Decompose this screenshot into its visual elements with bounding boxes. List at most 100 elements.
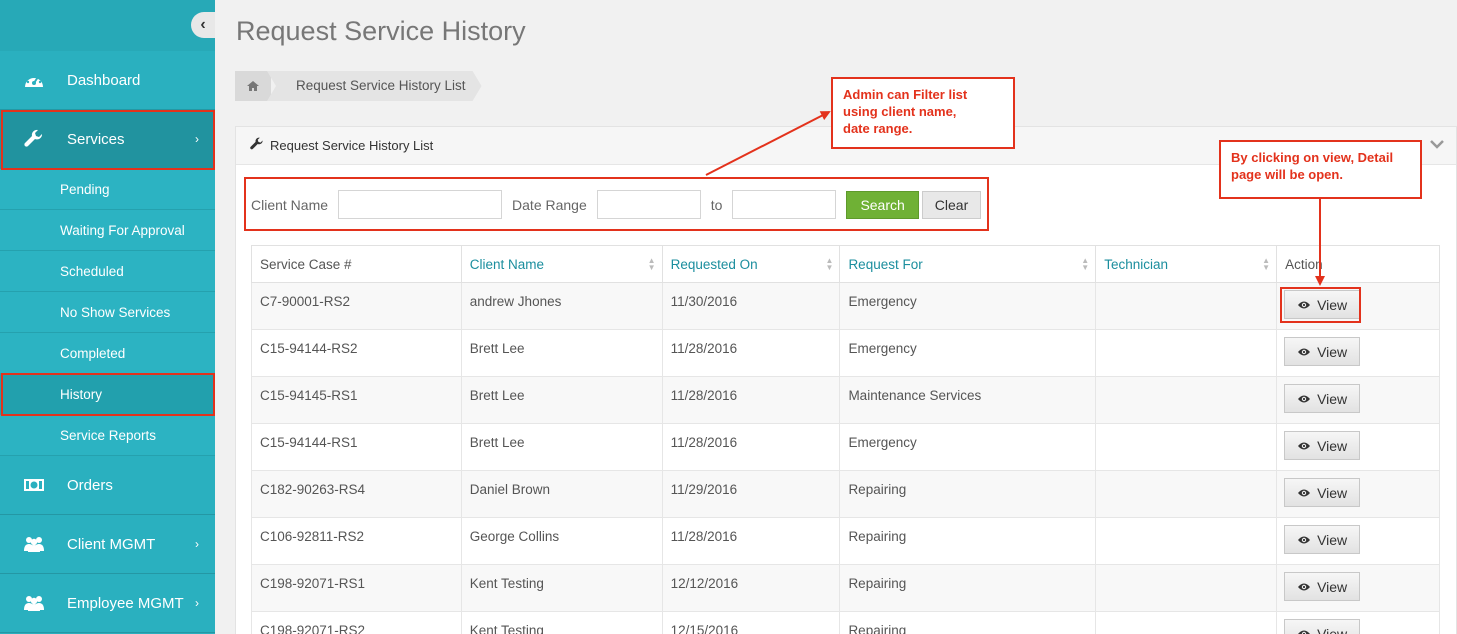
- highlight-services: [1, 110, 215, 170]
- col-service-case[interactable]: Service Case #: [251, 245, 462, 283]
- sidebar: ‹ Dashboard Services › Pending Waiting F…: [0, 0, 215, 634]
- eye-icon: [1297, 391, 1311, 407]
- view-button-label: View: [1317, 578, 1348, 595]
- sidebar-subitem-service-reports[interactable]: Service Reports: [0, 415, 215, 456]
- cell-action: View: [1276, 470, 1440, 518]
- sidebar-subitem-no-show-services[interactable]: No Show Services: [0, 292, 215, 333]
- col-request-for[interactable]: Request For ▲ ▼: [839, 245, 1097, 283]
- view-button[interactable]: View: [1284, 572, 1361, 601]
- dashboard-icon: [0, 71, 67, 89]
- eye-icon: [1297, 532, 1311, 548]
- cell-requested-on: 11/30/2016: [661, 282, 841, 330]
- cell-service-case: C198-92071-RS1: [251, 564, 462, 612]
- cell-client-name: Brett Lee: [460, 376, 663, 424]
- cell-technician: [1095, 376, 1278, 424]
- cell-action: View: [1276, 329, 1440, 377]
- cell-requested-on: 12/12/2016: [661, 564, 841, 612]
- table-row: C15-94144-RS2 Brett Lee 11/28/2016 Emergenc…: [251, 329, 1440, 377]
- home-icon[interactable]: [235, 71, 271, 101]
- cell-technician: [1095, 611, 1278, 634]
- filter-annotation-note: Admin can Filter list using client name,…: [831, 77, 1015, 149]
- panel-title: Request Service History List: [270, 138, 434, 153]
- chevron-down-icon[interactable]: [1430, 137, 1444, 152]
- cell-action: View: [1276, 423, 1440, 471]
- users-icon: [0, 594, 67, 612]
- sidebar-top: ‹: [0, 0, 215, 51]
- cell-client-name: Brett Lee: [460, 329, 663, 377]
- cell-request-for: Emergency: [839, 423, 1097, 471]
- sidebar-subitem-waiting-for-approval[interactable]: Waiting For Approval: [0, 210, 215, 251]
- sidebar-item-label: Employee MGMT: [67, 594, 184, 612]
- cell-action: View: [1276, 517, 1440, 565]
- money-icon: [0, 478, 67, 492]
- sidebar-collapse-button[interactable]: ‹: [191, 12, 215, 38]
- view-button-label: View: [1317, 390, 1348, 407]
- cell-request-for: Repairing: [839, 517, 1097, 565]
- sort-icon: ▲ ▼: [825, 256, 834, 272]
- cell-request-for: Maintenance Services: [839, 376, 1097, 424]
- sort-icon: ▲ ▼: [647, 256, 656, 272]
- breadcrumb: Request Service History List: [235, 71, 482, 101]
- cell-request-for: Repairing: [839, 470, 1097, 518]
- view-button-label: View: [1317, 625, 1348, 634]
- cell-client-name: Kent Testing: [460, 611, 663, 634]
- table-row: C15-94145-RS1 Brett Lee 11/28/2016 Maintena…: [251, 376, 1440, 424]
- view-button[interactable]: View: [1284, 337, 1361, 366]
- highlight-history: [1, 373, 215, 416]
- cell-request-for: Emergency: [839, 282, 1097, 330]
- cell-client-name: Kent Testing: [460, 564, 663, 612]
- cell-technician: [1095, 517, 1278, 565]
- cell-requested-on: 12/15/2016: [661, 611, 841, 634]
- cell-client-name: andrew Jhones: [460, 282, 663, 330]
- col-technician[interactable]: Technician ▲ ▼: [1095, 245, 1278, 283]
- sidebar-subitem-completed[interactable]: Completed: [0, 333, 215, 374]
- table-row: C198-92071-RS1 Kent Testing 12/12/2016 Repa…: [251, 564, 1440, 612]
- sidebar-item-client-mgmt[interactable]: Client MGMT ›: [0, 515, 215, 574]
- view-button[interactable]: View: [1284, 619, 1361, 634]
- sidebar-item-dashboard[interactable]: Dashboard: [0, 51, 215, 110]
- chevron-right-icon: ›: [195, 596, 199, 610]
- cell-requested-on: 11/28/2016: [661, 376, 841, 424]
- table-row: C7-90001-RS2 andrew Jhones 11/30/2016 Emerg…: [251, 282, 1440, 330]
- cell-requested-on: 11/28/2016: [661, 329, 841, 377]
- cell-service-case: C15-94145-RS1: [251, 376, 462, 424]
- highlight-filter: [244, 177, 989, 231]
- sort-icon: ▲ ▼: [1081, 256, 1090, 272]
- view-button[interactable]: View: [1284, 431, 1361, 460]
- table-row: C182-90263-RS4 Daniel Brown 11/29/2016 Repa…: [251, 470, 1440, 518]
- cell-request-for: Emergency: [839, 329, 1097, 377]
- chevron-right-icon: ›: [195, 537, 199, 551]
- sidebar-item-label: Orders: [67, 476, 113, 494]
- view-annotation-note: By clicking on view, Detail page will be…: [1219, 140, 1422, 199]
- view-button[interactable]: View: [1284, 384, 1361, 413]
- cell-requested-on: 11/29/2016: [661, 470, 841, 518]
- view-button-label: View: [1317, 484, 1348, 501]
- col-action: Action: [1276, 245, 1440, 283]
- breadcrumb-item[interactable]: Request Service History List: [267, 71, 482, 101]
- eye-icon: [1297, 438, 1311, 454]
- cell-service-case: C15-94144-RS1: [251, 423, 462, 471]
- cell-action: View: [1276, 611, 1440, 634]
- table-body: C7-90001-RS2 andrew Jhones 11/30/2016 Emerg…: [251, 282, 1440, 634]
- cell-service-case: C7-90001-RS2: [251, 282, 462, 330]
- view-button-label: View: [1317, 343, 1348, 360]
- view-button[interactable]: View: [1284, 478, 1361, 507]
- cell-request-for: Repairing: [839, 564, 1097, 612]
- cell-technician: [1095, 470, 1278, 518]
- col-requested-on[interactable]: Requested On ▲ ▼: [661, 245, 841, 283]
- view-button[interactable]: View: [1284, 525, 1361, 554]
- cell-technician: [1095, 423, 1278, 471]
- cell-client-name: Daniel Brown: [460, 470, 663, 518]
- cell-service-case: C106-92811-RS2: [251, 517, 462, 565]
- cell-service-case: C15-94144-RS2: [251, 329, 462, 377]
- sidebar-item-employee-mgmt[interactable]: Employee MGMT ›: [0, 574, 215, 633]
- sidebar-item-orders[interactable]: Orders: [0, 456, 215, 515]
- cell-technician: [1095, 282, 1278, 330]
- sidebar-subitem-scheduled[interactable]: Scheduled: [0, 251, 215, 292]
- sidebar-subitem-pending[interactable]: Pending: [0, 169, 215, 210]
- note-line: page will be open.: [1231, 167, 1343, 182]
- view-button-label: View: [1317, 437, 1348, 454]
- column-label: Client Name: [469, 256, 545, 272]
- sidebar-item-label: Dashboard: [67, 71, 141, 89]
- col-client-name[interactable]: Client Name ▲ ▼: [460, 245, 663, 283]
